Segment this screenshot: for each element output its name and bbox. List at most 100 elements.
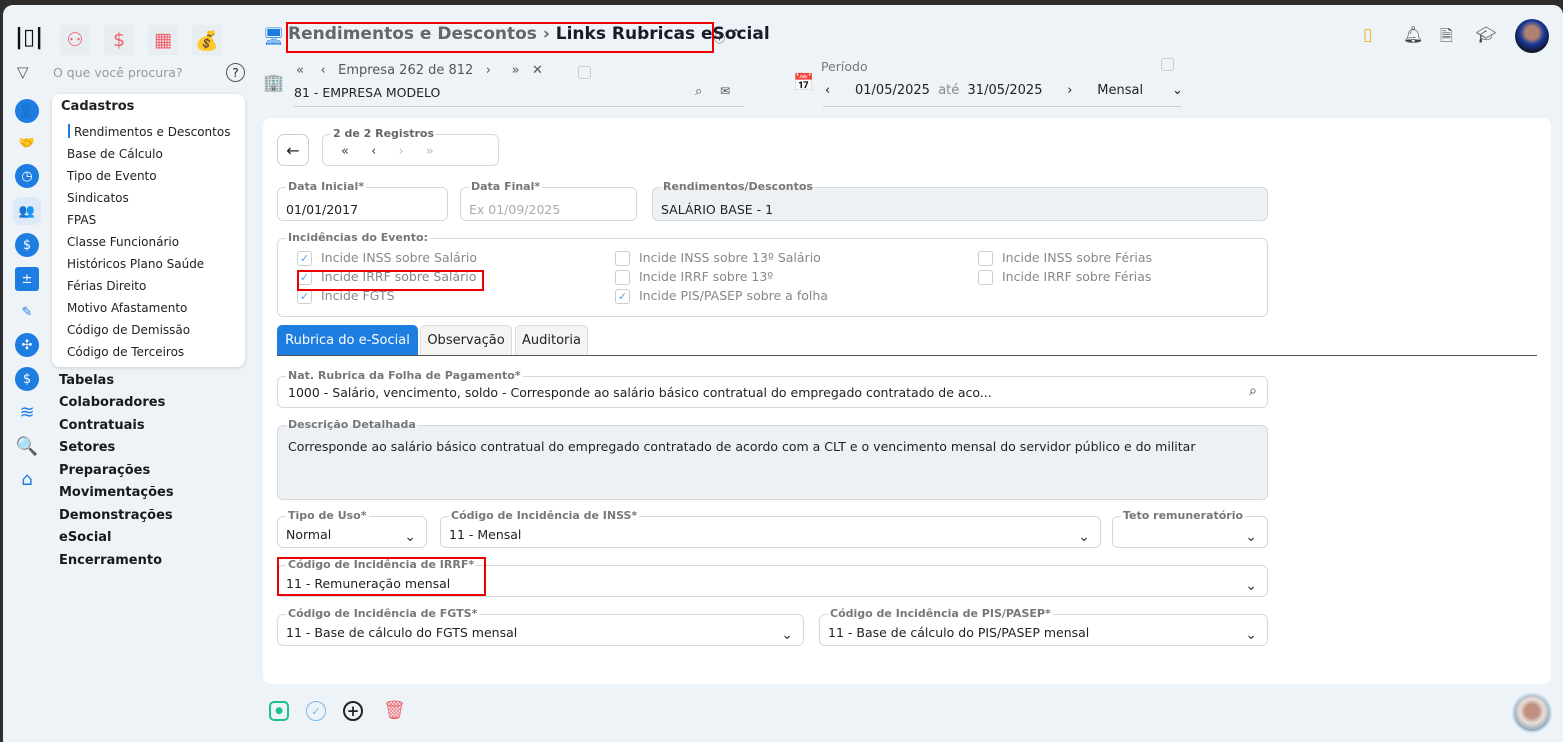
mail-icon[interactable]: ✉ (720, 84, 730, 98)
money-bag-icon[interactable]: 💰 (192, 25, 222, 55)
section-encerramento[interactable]: Encerramento (59, 553, 162, 568)
layers-icon[interactable]: ≋ (15, 400, 39, 424)
empresa-value[interactable]: 81 - EMPRESA MODELO (294, 85, 440, 100)
clock-icon[interactable]: ◷ (15, 164, 39, 188)
prev-record-icon[interactable]: ‹ (371, 144, 376, 159)
confirm-icon[interactable]: ✓ (306, 701, 326, 721)
fgts-select[interactable]: Código de Incidência de FGTS* 11 - Base d… (277, 608, 804, 646)
assistant-avatar[interactable] (1512, 693, 1552, 733)
section-esocial[interactable]: eSocial (59, 530, 112, 545)
next-period-icon[interactable]: › (1067, 83, 1072, 98)
search-icon[interactable]: 🔍 (15, 434, 39, 458)
menu-item-rendimentos[interactable]: Rendimentos e Descontos (74, 125, 230, 139)
avatar[interactable] (1515, 19, 1549, 53)
calc-icon[interactable]: ± (15, 267, 39, 291)
money-icon[interactable]: $ (15, 367, 39, 391)
menu-item[interactable]: FPAS (67, 213, 96, 227)
tipo-uso-select[interactable]: Tipo de Uso* Normal ⌄ (277, 510, 427, 548)
back-button[interactable]: ← (277, 134, 309, 166)
incidencia-checkbox[interactable] (615, 251, 630, 266)
incidencia-label: Incide INSS sobre Salário (321, 250, 478, 265)
help-icon[interactable]: ? (226, 63, 245, 82)
dollar-icon[interactable]: $ (104, 25, 134, 55)
section-setores[interactable]: Setores (59, 440, 115, 455)
section-colaboradores[interactable]: Colaboradores (59, 395, 165, 410)
tab-observacao[interactable]: Observação (420, 325, 512, 355)
incidencia-checkbox[interactable] (978, 270, 993, 285)
next-icon[interactable]: › (486, 63, 491, 78)
home-icon[interactable]: ⌂ (15, 467, 39, 491)
document-search-icon[interactable]: 🗎 (1440, 25, 1453, 52)
save-icon[interactable]: ● (269, 701, 289, 721)
close-icon[interactable]: ✕ (532, 63, 543, 78)
prev-period-icon[interactable]: ‹ (825, 83, 830, 98)
users-icon[interactable]: 👥 (13, 197, 41, 225)
search-icon[interactable]: ⌕ (695, 84, 702, 99)
last-record-icon[interactable]: » (426, 144, 434, 159)
menu-item[interactable]: Sindicatos (67, 191, 129, 205)
period-type-select[interactable]: Mensal (1097, 83, 1143, 98)
section-preparacoes[interactable]: Preparações (59, 463, 150, 478)
teto-select[interactable]: Teto remuneratório ⌄ (1112, 510, 1268, 548)
next-record-icon[interactable]: › (398, 144, 403, 159)
calendar-icon: 📅 (793, 73, 815, 93)
pis-select[interactable]: Código de Incidência de PIS/PASEP* 11 - B… (819, 608, 1268, 646)
menu-item[interactable]: Motivo Afastamento (67, 301, 187, 315)
incidencia-label: Incide IRRF sobre Férias (1002, 269, 1152, 284)
section-movimentacoes[interactable]: Movimentações (59, 485, 174, 500)
search-input[interactable]: O que você procura? (53, 65, 183, 80)
last-icon[interactable]: » (512, 63, 520, 78)
add-icon[interactable]: + (343, 701, 363, 721)
note-icon[interactable]: ▯ (1363, 25, 1372, 45)
handshake-icon[interactable]: 🤝 (15, 131, 39, 155)
period-start[interactable]: 01/05/2025 (855, 83, 930, 98)
filter-icon[interactable]: ▽ (17, 63, 29, 81)
records-label: 2 de 2 Registros (331, 127, 437, 140)
graduation-cap-icon[interactable]: 🎓︎ (1476, 25, 1496, 44)
inss-select[interactable]: Código de Incidência de INSS* 11 - Mensal… (440, 510, 1101, 548)
first-record-icon[interactable]: « (341, 144, 349, 159)
bell-icon[interactable]: 🔔︎ (1403, 25, 1423, 44)
menu-item[interactable]: Código de Terceiros (67, 345, 184, 359)
chevron-down-icon[interactable]: ⌄ (1172, 83, 1183, 98)
monitor-icon: 🖥 (263, 27, 285, 47)
people-icon[interactable]: ⚇ (60, 25, 90, 55)
incidencia-label: Incide INSS sobre 13º Salário (639, 250, 821, 265)
chevron-down-icon: ⌄ (1078, 529, 1090, 545)
incidencia-checkbox[interactable]: ✓ (297, 251, 312, 266)
incidencia-checkbox[interactable] (615, 270, 630, 285)
section-tabelas[interactable]: Tabelas (59, 373, 114, 388)
incidencia-checkbox[interactable]: ✓ (615, 289, 630, 304)
menu-item[interactable]: Código de Demissão (67, 323, 190, 337)
tool-icon[interactable]: ✎ (15, 300, 39, 324)
trash-icon[interactable]: 🗑︎ (383, 700, 406, 721)
section-contratuais[interactable]: Contratuais (59, 418, 145, 433)
collapse-icon[interactable]: ⌃ (730, 27, 742, 43)
incidencia-checkbox[interactable] (978, 251, 993, 266)
info-icon[interactable]: ⓘ (714, 30, 725, 46)
nat-rubrica-field[interactable]: Nat. Rubrica da Folha de Pagamento* 1000 … (277, 370, 1268, 408)
user-settings-icon[interactable]: 👤 (15, 99, 39, 123)
first-icon[interactable]: « (296, 63, 304, 78)
menu-item[interactable]: Classe Funcionário (67, 235, 179, 249)
section-demonstracoes[interactable]: Demonstrações (59, 508, 173, 523)
period-end[interactable]: 31/05/2025 (968, 83, 1043, 98)
calculator-icon[interactable]: ▦ (148, 25, 178, 55)
data-inicial-field[interactable]: Data Inicial* 01/01/2017 (277, 181, 448, 221)
incidencia-checkbox[interactable]: ✓ (297, 289, 312, 304)
prev-icon[interactable]: ‹ (321, 63, 326, 78)
menu-item[interactable]: Tipo de Evento (67, 169, 157, 183)
menu-item[interactable]: Base de Cálculo (67, 147, 163, 161)
tab-rubrica-esocial[interactable]: Rubrica do e-Social (277, 325, 418, 355)
chevron-down-icon: ⌄ (404, 529, 416, 545)
menu-item[interactable]: Históricos Plano Saúde (67, 257, 204, 271)
menu-item[interactable]: Férias Direito (67, 279, 146, 293)
network-icon[interactable]: ✣ (15, 333, 39, 357)
incidencia-label: Incide INSS sobre Férias (1002, 250, 1153, 265)
empresa-checkbox[interactable] (578, 66, 591, 79)
data-final-field[interactable]: Data Final* Ex 01/09/2025 (460, 181, 637, 221)
tab-auditoria[interactable]: Auditoria (515, 325, 588, 355)
chevron-down-icon: ⌄ (781, 627, 793, 643)
periodo-checkbox[interactable] (1161, 58, 1174, 71)
dollar-circle-icon[interactable]: $ (15, 233, 39, 257)
